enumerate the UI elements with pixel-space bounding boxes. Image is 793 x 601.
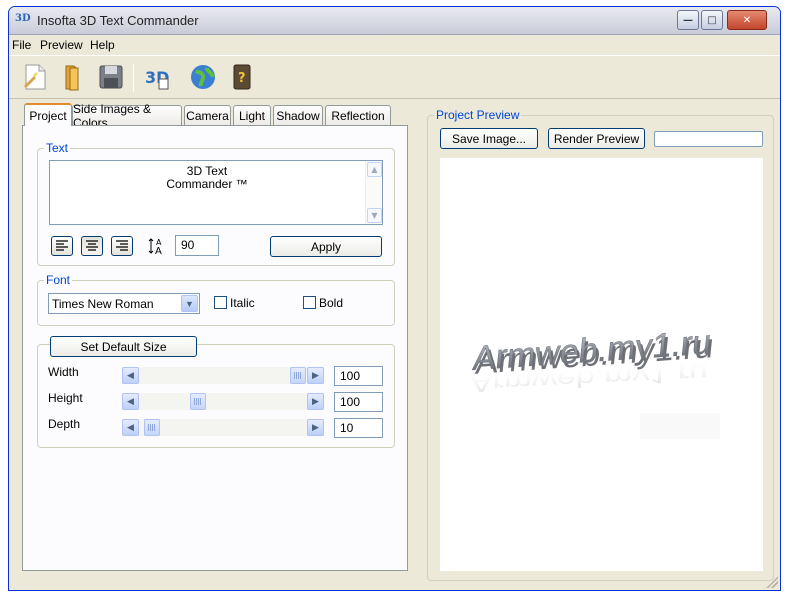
width-increase-arrow-icon[interactable]: ▶: [307, 367, 324, 384]
rendered-3d-text-image: Armweb.my1.ru Armweb.my1.ru Armweb.my1.r…: [470, 323, 720, 439]
render-preview-button[interactable]: Render Preview: [548, 128, 645, 149]
font-group: Font Times New Roman ▼ Italic Bold: [37, 273, 395, 326]
minimize-icon: —: [683, 14, 693, 26]
open-folder-icon[interactable]: [57, 61, 89, 93]
dropdown-arrow-icon[interactable]: ▼: [181, 295, 198, 312]
menu-preview[interactable]: Preview: [40, 38, 83, 52]
height-value-input[interactable]: 100: [334, 392, 383, 412]
depth-slider-thumb[interactable]: [144, 419, 160, 436]
minimize-button[interactable]: —: [677, 10, 699, 30]
toolbar: 3D ?: [9, 55, 780, 99]
align-right-icon: [116, 240, 128, 251]
scroll-down-arrow-icon[interactable]: ▼: [367, 208, 382, 223]
italic-label: Italic: [230, 296, 255, 310]
font-group-label: Font: [44, 273, 73, 287]
close-icon: ✕: [742, 14, 752, 26]
render-progress-field: [654, 131, 763, 147]
height-increase-arrow-icon[interactable]: ▶: [307, 393, 324, 410]
text-line-2: Commander ™: [166, 177, 248, 191]
preview-canvas[interactable]: Armweb.my1.ru Armweb.my1.ru Armweb.my1.r…: [440, 158, 763, 571]
font-size-input[interactable]: 90: [175, 235, 219, 256]
width-value-input[interactable]: 100: [334, 366, 383, 386]
save-disk-icon[interactable]: [95, 61, 127, 93]
new-project-icon[interactable]: [19, 61, 51, 93]
font-size-icon: AA: [148, 236, 168, 257]
scroll-up-arrow-icon[interactable]: ▲: [367, 162, 382, 177]
tab-shadow[interactable]: Shadow: [273, 105, 323, 125]
title-bar[interactable]: 3D Insofta 3D Text Commander — □ ✕: [9, 7, 780, 35]
font-family-select[interactable]: Times New Roman ▼: [48, 293, 200, 314]
depth-value-input[interactable]: 10: [334, 418, 383, 438]
tab-reflection[interactable]: Reflection: [325, 105, 391, 125]
align-left-button[interactable]: [51, 236, 73, 256]
settings-panel: Project Side Images & Colors Camera Ligh…: [22, 102, 408, 571]
project-tab-content: Text 3D Text Commander ™ ▲ ▼ A A 90 Appl…: [22, 125, 408, 571]
bold-checkbox[interactable]: [303, 296, 316, 309]
text-group-label: Text: [44, 141, 71, 155]
toolbar-separator: [133, 64, 134, 92]
help-book-icon[interactable]: ?: [226, 61, 258, 93]
align-left-icon: [56, 240, 68, 251]
close-button[interactable]: ✕: [727, 10, 767, 30]
text-input-area[interactable]: 3D Text Commander ™ ▲ ▼: [49, 160, 383, 225]
width-label: Width: [48, 365, 79, 379]
menu-bar: File Preview Help: [9, 35, 780, 55]
height-slider-thumb[interactable]: [190, 393, 206, 410]
app-logo-icon: 3D: [15, 13, 31, 24]
tab-light[interactable]: Light: [233, 105, 271, 125]
depth-increase-arrow-icon[interactable]: ▶: [307, 419, 324, 436]
size-group: Set Default Size Width ◀ ▶ 100 Height ◀ …: [37, 336, 395, 448]
width-slider[interactable]: ◀ ▶: [122, 367, 324, 384]
globe-icon[interactable]: [187, 61, 219, 93]
height-decrease-arrow-icon[interactable]: ◀: [122, 393, 139, 410]
tab-camera[interactable]: Camera: [184, 105, 231, 125]
menu-file[interactable]: File: [12, 38, 31, 52]
app-window: 3D Insofta 3D Text Commander — □ ✕ File …: [8, 6, 781, 591]
text-line-1: 3D Text: [186, 164, 228, 178]
svg-text:A: A: [155, 246, 162, 256]
save-image-button[interactable]: Save Image...: [440, 128, 538, 149]
depth-decrease-arrow-icon[interactable]: ◀: [122, 419, 139, 436]
align-right-button[interactable]: [111, 236, 133, 256]
width-slider-thumb[interactable]: [290, 367, 306, 384]
height-label: Height: [48, 391, 83, 405]
height-slider[interactable]: ◀ ▶: [122, 393, 324, 410]
depth-slider[interactable]: ◀ ▶: [122, 419, 324, 436]
depth-label: Depth: [48, 417, 81, 431]
window-title: Insofta 3D Text Commander: [37, 13, 199, 28]
selected-font-value: Times New Roman: [52, 297, 154, 311]
apply-button[interactable]: Apply: [270, 236, 382, 257]
tab-side-images-colors[interactable]: Side Images & Colors: [72, 102, 182, 130]
width-decrease-arrow-icon[interactable]: ◀: [122, 367, 139, 384]
text-group: Text 3D Text Commander ™ ▲ ▼ A A 90 Appl…: [37, 141, 395, 266]
italic-checkbox[interactable]: [214, 296, 227, 309]
align-center-button[interactable]: [81, 236, 103, 256]
maximize-icon: □: [707, 14, 717, 26]
set-default-size-button[interactable]: Set Default Size: [50, 336, 197, 357]
menu-help[interactable]: Help: [90, 38, 115, 52]
text-vertical-scrollbar[interactable]: ▲ ▼: [365, 161, 382, 224]
3d-text-icon[interactable]: 3D: [141, 61, 173, 93]
bold-label: Bold: [319, 296, 344, 310]
project-preview-label: Project Preview: [434, 108, 522, 122]
project-preview-group: Project Preview Save Image... Render Pre…: [427, 108, 774, 581]
align-center-icon: [86, 240, 98, 251]
resize-grip[interactable]: [766, 576, 778, 588]
maximize-button[interactable]: □: [701, 10, 723, 30]
tab-project[interactable]: Project: [24, 103, 72, 126]
svg-text:?: ?: [238, 71, 246, 86]
